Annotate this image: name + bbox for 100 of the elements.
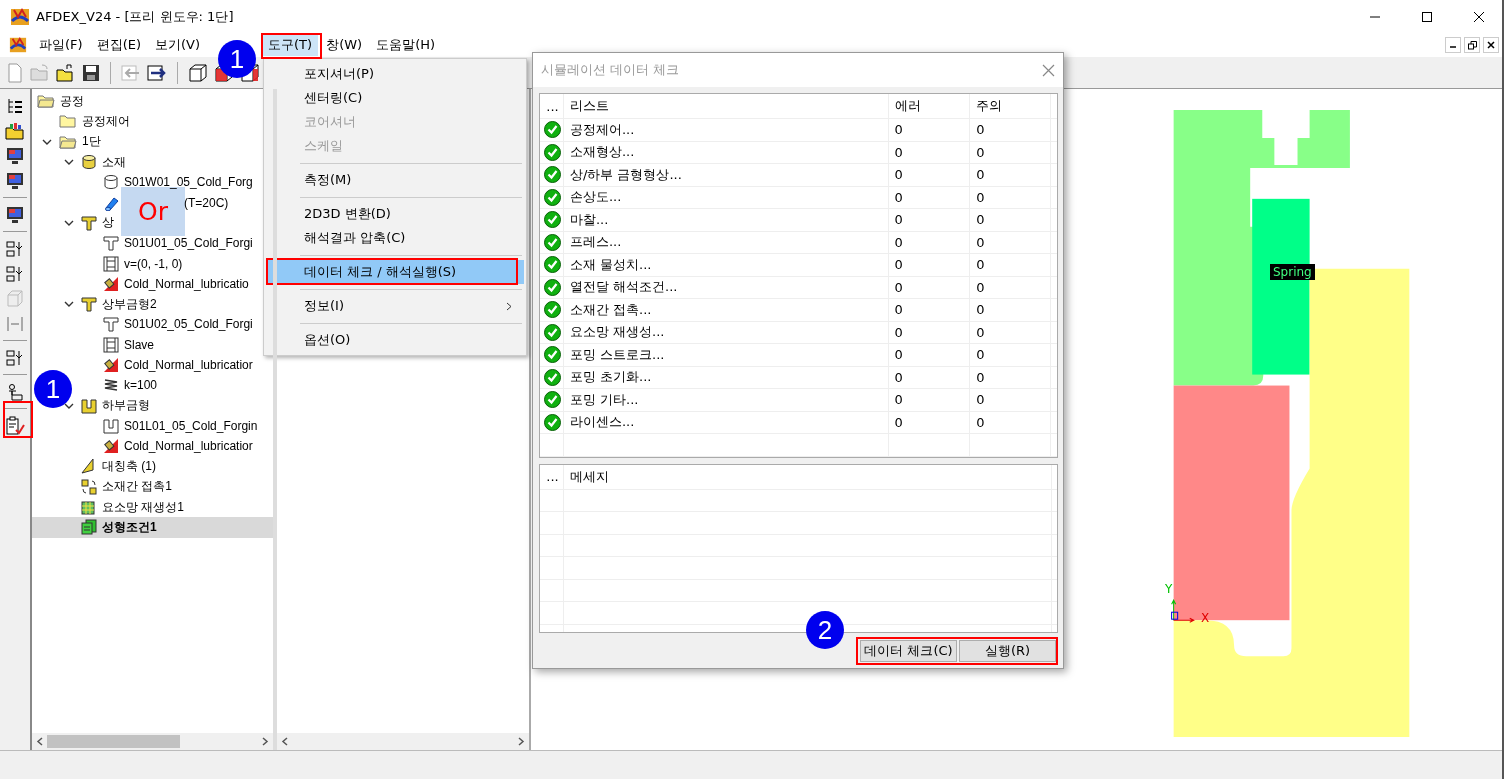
dialog-button[interactable]: 데이터 체크(C) xyxy=(860,639,957,662)
table-cell: 0 xyxy=(888,389,971,411)
maximize-icon xyxy=(1421,10,1433,23)
open-folder-icon[interactable] xyxy=(56,63,76,82)
table-cell: 라이센스... xyxy=(563,411,889,433)
monitor-icon[interactable] xyxy=(6,145,24,166)
menu-item[interactable]: 측정(M) xyxy=(266,168,524,192)
table-cell: 0 xyxy=(888,141,971,163)
column-header[interactable]: 메세지 xyxy=(564,464,1052,489)
callout-label: Or xyxy=(121,187,185,236)
table-cell: 0 xyxy=(888,366,971,388)
pointer-icon[interactable] xyxy=(6,381,24,402)
axis-icon xyxy=(81,458,97,475)
tree-item[interactable]: 하부금형 xyxy=(102,397,150,415)
folder-icon xyxy=(59,134,77,149)
column-header[interactable]: 리스트 xyxy=(563,94,889,118)
table-cell: 마찰... xyxy=(563,209,889,231)
dialog-button[interactable]: 실행(R) xyxy=(959,639,1056,662)
tree-item[interactable]: S01W01_05_Cold_Forg xyxy=(124,175,253,190)
minimize-button[interactable] xyxy=(1445,37,1461,53)
menu-item[interactable]: 2D3D 변환(D) xyxy=(266,202,524,226)
table-cell: 포밍 초기화... xyxy=(563,366,889,388)
t-shape-icon xyxy=(81,296,97,313)
monitor-icon[interactable] xyxy=(6,204,24,225)
menu-item[interactable]: 보기(V) xyxy=(149,34,207,56)
column-header[interactable]: 주의 xyxy=(970,94,1051,118)
save-icon[interactable] xyxy=(82,63,100,82)
t-shape-icon xyxy=(103,235,119,252)
horizontal-scrollbar[interactable] xyxy=(32,733,273,750)
restore-button[interactable] xyxy=(1464,37,1480,53)
tree-item[interactable]: S01L01_05_Cold_Forgin xyxy=(124,418,258,433)
table-cell: 0 xyxy=(970,209,1051,231)
table-cell: 0 xyxy=(970,164,1051,186)
menu-item[interactable]: 도움말(H) xyxy=(370,34,442,56)
tree-item[interactable]: 성형조건1 xyxy=(102,518,157,536)
table-cell: 0 xyxy=(888,411,971,433)
tree-item[interactable]: Slave xyxy=(124,337,155,352)
table-cell: 열전달 해석조건... xyxy=(563,276,889,298)
table-cell: 0 xyxy=(888,276,971,298)
t-shape-icon xyxy=(81,214,97,231)
axis-label: Y xyxy=(1165,582,1173,596)
close-icon xyxy=(1473,10,1485,23)
export-arrow-icon[interactable] xyxy=(147,63,167,82)
tree-item[interactable]: Cold_Normal_lubricatio xyxy=(124,276,249,291)
lubricant-icon xyxy=(103,438,119,455)
contact-icon xyxy=(81,478,97,495)
column-header[interactable]: ... xyxy=(540,464,564,489)
table-cell: 0 xyxy=(970,276,1051,298)
layout-icon[interactable] xyxy=(6,263,24,284)
menu-item[interactable]: 창(W) xyxy=(320,34,369,56)
monitor-icon[interactable] xyxy=(6,170,24,191)
layout-icon[interactable] xyxy=(6,238,24,259)
data-check-icon[interactable] xyxy=(5,415,25,436)
menu-item[interactable]: 편집(E) xyxy=(90,34,147,56)
tree-item[interactable]: Cold_Normal_lubricatior xyxy=(124,358,253,372)
column-header[interactable]: 에러 xyxy=(888,94,971,118)
tree-item[interactable]: 공정제어 xyxy=(82,112,130,130)
press-frame-icon xyxy=(103,255,119,272)
menu-item[interactable]: 해석결과 압축(C) xyxy=(266,226,524,250)
close-icon xyxy=(1487,41,1495,49)
menu-item[interactable]: 포지셔너(P) xyxy=(266,62,524,86)
tree-item[interactable]: S01U02_05_Cold_Forgi xyxy=(124,317,253,332)
tree-item[interactable]: 소재간 접촉1 xyxy=(102,478,172,496)
tree-item[interactable]: 1단 xyxy=(82,133,101,151)
tree-item[interactable]: Cold_Normal_lubricatior xyxy=(124,439,253,454)
layout-icon[interactable] xyxy=(6,347,24,368)
table-cell: 0 xyxy=(888,299,971,321)
close-button[interactable] xyxy=(1483,37,1499,53)
table-cell: 0 xyxy=(970,389,1051,411)
menu-item[interactable]: 데이터 체크 / 해석실행(S) xyxy=(266,260,524,284)
tree-item[interactable]: 상 xyxy=(102,214,114,232)
tree-item[interactable]: 공정 xyxy=(60,92,84,110)
tree-item[interactable]: 소재 xyxy=(102,153,126,171)
axis-triad-icon xyxy=(1171,599,1195,623)
tree-item[interactable]: 요소망 재생성1 xyxy=(102,498,184,516)
table-cell: 프레스... xyxy=(563,231,889,253)
tree-item[interactable]: k=100 xyxy=(124,378,158,393)
tree-item[interactable]: v=(0, -1, 0) xyxy=(124,256,183,271)
folder-icon[interactable] xyxy=(5,120,25,141)
lubricant-icon xyxy=(103,275,119,292)
tree-item[interactable]: S01U01_05_Cold_Forgi xyxy=(124,236,253,251)
menu-item[interactable]: 센터링(C) xyxy=(266,86,524,110)
table-cell: 소재 물성치... xyxy=(563,254,889,276)
table-cell: 소재형상... xyxy=(563,141,889,163)
menu-item[interactable]: 정보(I) xyxy=(266,294,524,318)
lubricant-icon xyxy=(103,357,119,373)
tree-item[interactable]: 상부금형2 xyxy=(102,295,157,313)
menu-item[interactable]: 파일(F) xyxy=(33,34,89,56)
table-cell: 0 xyxy=(888,254,971,276)
tree-item[interactable]: (T=20C) xyxy=(184,195,229,210)
column-header[interactable]: ... xyxy=(540,94,564,118)
tree-item[interactable]: 대칭축 (1) xyxy=(102,458,156,475)
cylinder-icon xyxy=(81,154,97,171)
menu-item[interactable]: 옵션(O) xyxy=(266,328,524,352)
step-number-badge: 1 xyxy=(34,370,72,408)
horizontal-scrollbar[interactable] xyxy=(277,733,529,750)
table-cell: 0 xyxy=(888,321,971,343)
dialog-title: 시뮬레이션 데이터 체크 xyxy=(541,61,681,79)
cube-view-icon[interactable] xyxy=(188,62,208,83)
highlight-frame xyxy=(3,401,33,438)
